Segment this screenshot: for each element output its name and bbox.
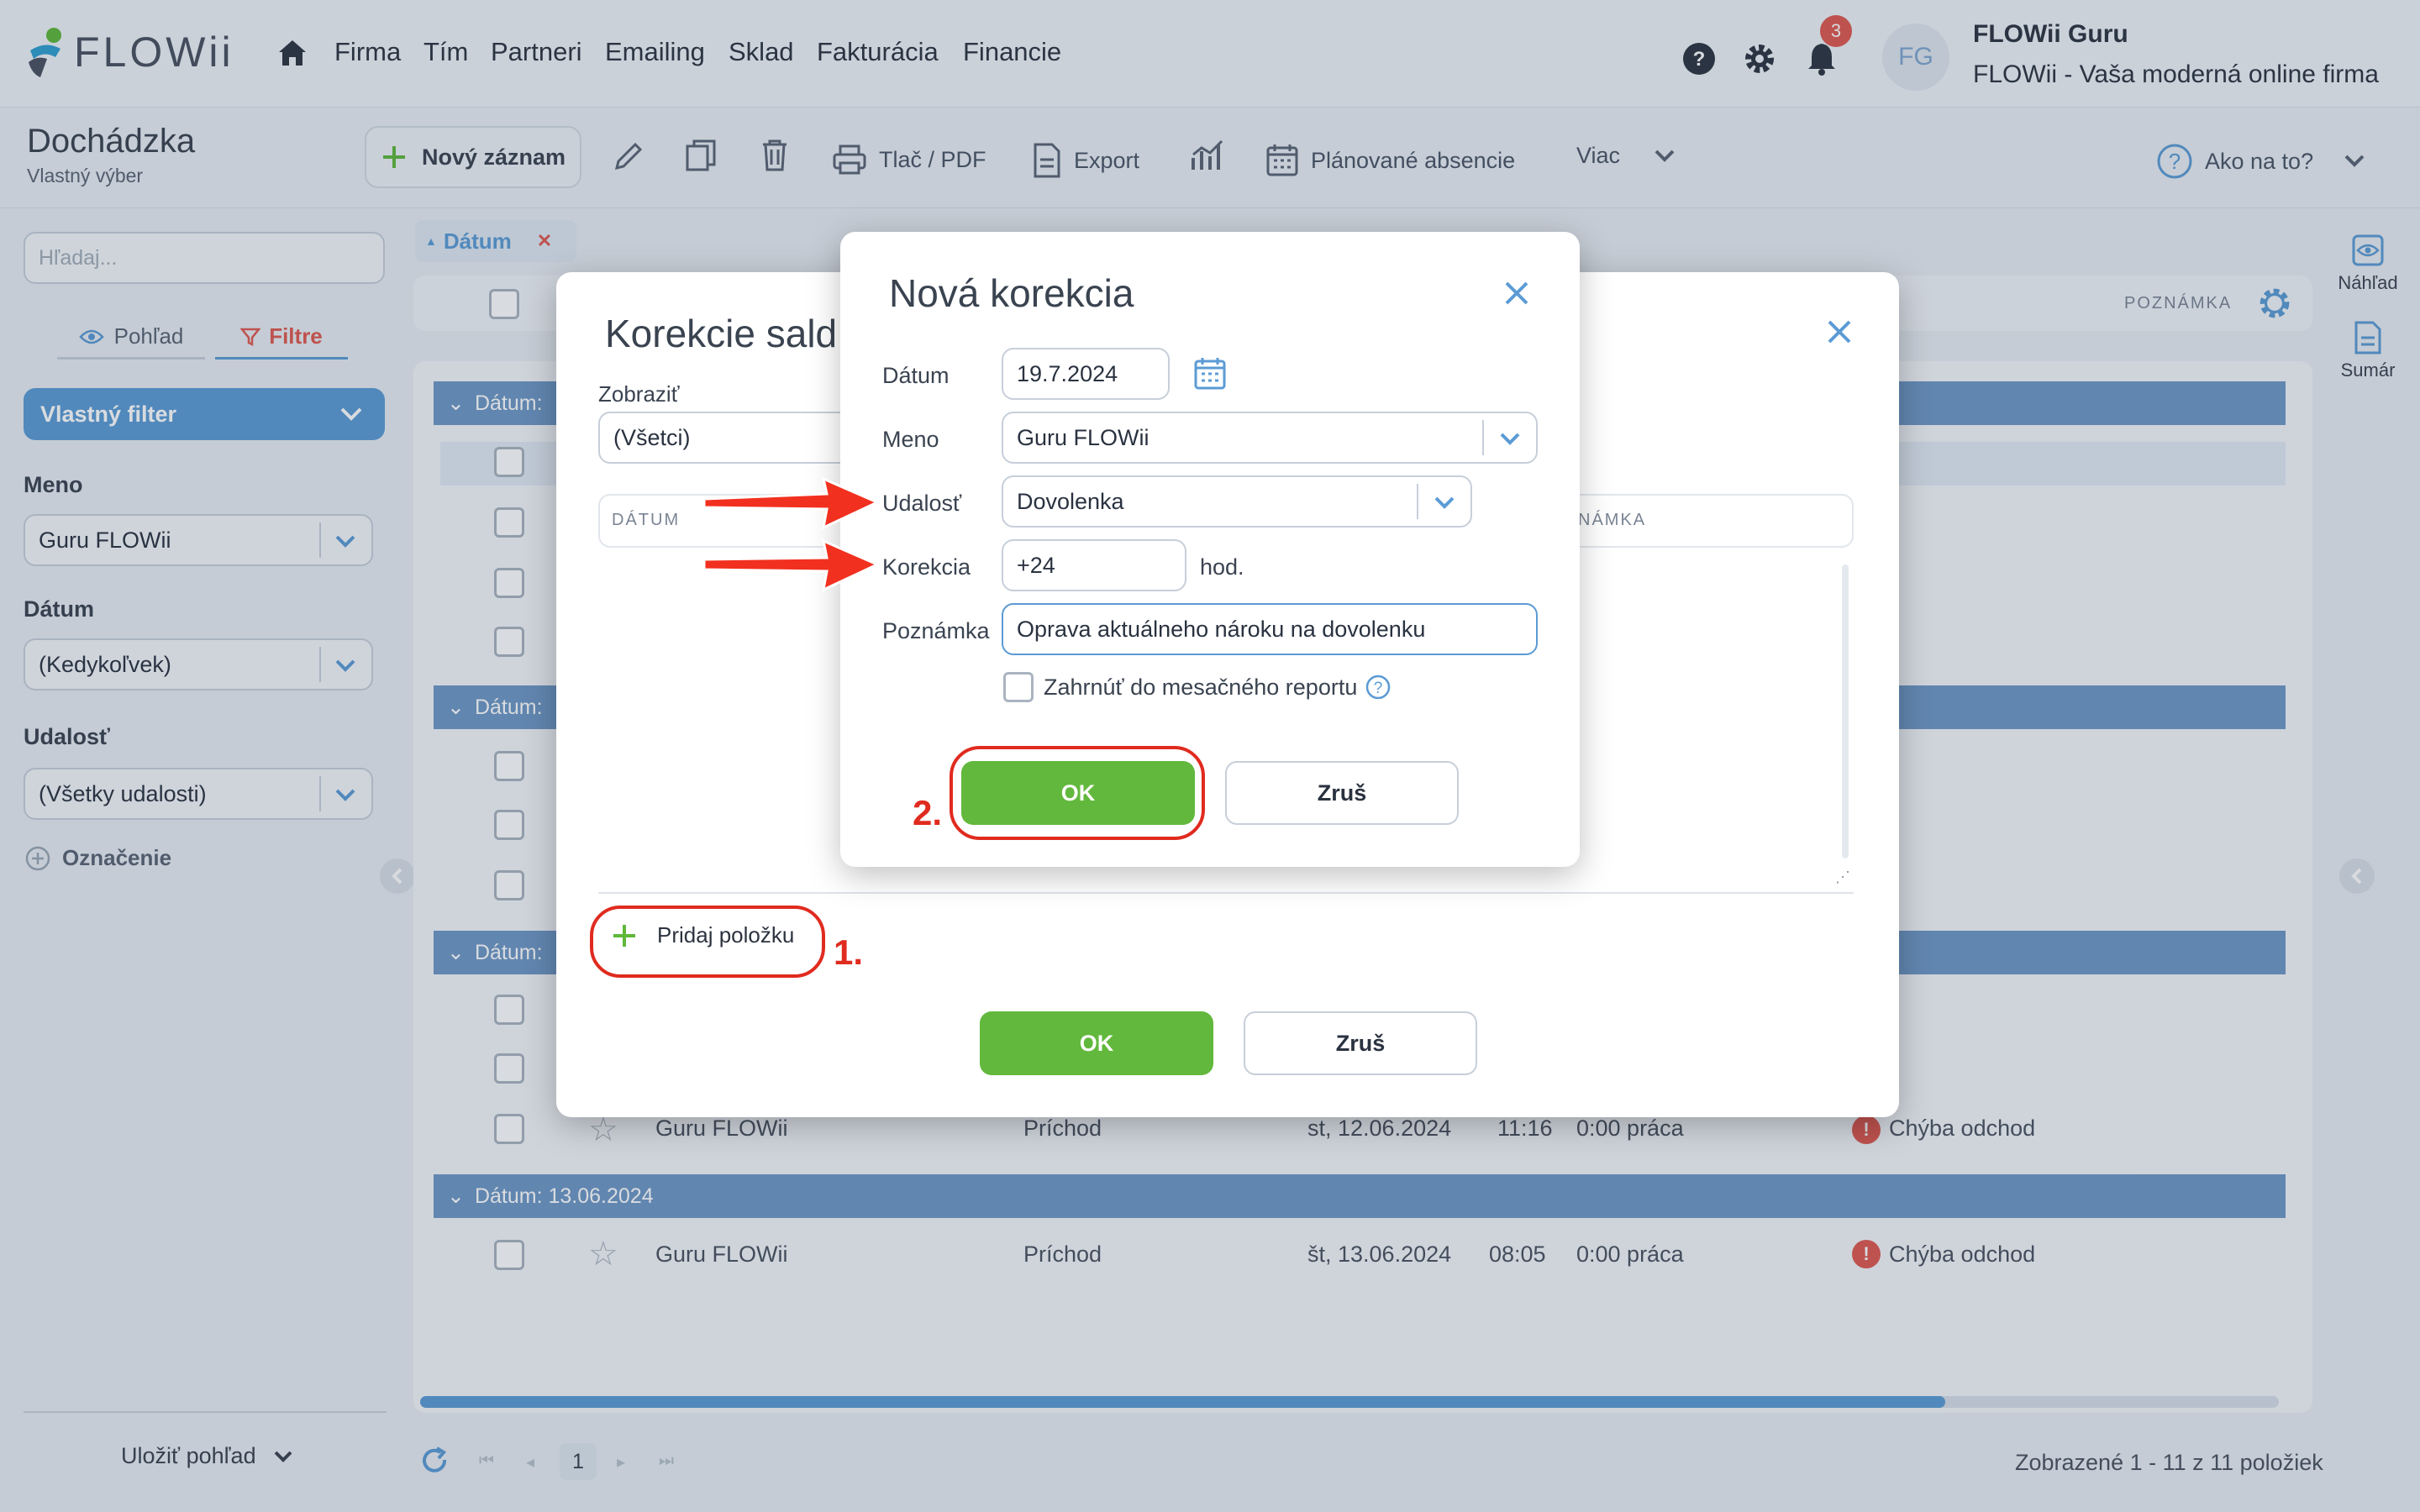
highlight-add-item bbox=[590, 906, 825, 978]
include-report-checkbox[interactable]: Zahrnúť do mesačného reportu ? bbox=[1003, 672, 1391, 702]
table-bottom-divider bbox=[598, 892, 1854, 894]
ok-label: OK bbox=[1079, 1030, 1114, 1056]
date-label: Dátum bbox=[882, 363, 950, 388]
cancel-button[interactable]: Zruš bbox=[1244, 1011, 1477, 1075]
correction-value: +24 bbox=[1017, 552, 1055, 578]
show-value: (Všetci) bbox=[613, 424, 691, 450]
cancel-label: Zruš bbox=[1335, 1030, 1386, 1056]
show-label: Zobraziť bbox=[598, 381, 680, 407]
ok-button[interactable]: OK bbox=[980, 1011, 1213, 1075]
name-value: Guru FLOWii bbox=[1017, 424, 1150, 450]
event-select[interactable]: Dovolenka bbox=[1002, 475, 1472, 528]
chevron-down-icon bbox=[1500, 433, 1520, 445]
table-scrollbar[interactable] bbox=[1842, 564, 1849, 858]
highlight-ok-button bbox=[950, 746, 1205, 840]
cancel-label: Zruš bbox=[1317, 780, 1367, 806]
arrow-to-correction-icon bbox=[702, 538, 881, 592]
arrow-to-event-icon bbox=[702, 476, 881, 530]
svg-text:?: ? bbox=[1374, 680, 1383, 697]
show-select[interactable]: (Všetci) bbox=[598, 412, 850, 464]
name-select[interactable]: Guru FLOWii bbox=[1002, 412, 1538, 464]
correction-unit: hod. bbox=[1200, 554, 1244, 580]
close-icon[interactable] bbox=[1502, 279, 1531, 307]
name-label: Meno bbox=[882, 427, 939, 452]
close-icon[interactable] bbox=[1825, 318, 1854, 346]
dialog-title: Nová korekcia bbox=[889, 271, 1134, 315]
note-label: Poznámka bbox=[882, 618, 990, 643]
date-input[interactable]: 19.7.2024 bbox=[1002, 348, 1170, 400]
step-2-label: 2. bbox=[913, 793, 943, 832]
event-label: Udalosť bbox=[882, 491, 962, 516]
checkbox-box[interactable] bbox=[1003, 672, 1034, 702]
resize-handle-icon[interactable]: ⋰ bbox=[1835, 869, 1850, 886]
step-1-label: 1. bbox=[834, 932, 864, 972]
correction-input[interactable]: +24 bbox=[1002, 539, 1186, 591]
correction-label: Korekcia bbox=[882, 554, 971, 580]
column-header-date[interactable]: DÁTUM bbox=[612, 511, 680, 530]
chevron-down-icon bbox=[1434, 496, 1455, 509]
dialog-title: Korekcie sald bbox=[605, 312, 838, 355]
note-input[interactable]: Oprava aktuálneho nároku na dovolenku bbox=[1002, 603, 1538, 655]
column-header-note[interactable]: NÁMKA bbox=[1578, 511, 1646, 530]
cancel-button[interactable]: Zruš bbox=[1225, 761, 1459, 825]
calendar-icon[interactable] bbox=[1193, 356, 1227, 391]
include-report-label: Zahrnúť do mesačného reportu bbox=[1044, 674, 1358, 700]
date-value: 19.7.2024 bbox=[1017, 360, 1118, 386]
note-value: Oprava aktuálneho nároku na dovolenku bbox=[1017, 616, 1426, 642]
help-circle-icon[interactable]: ? bbox=[1365, 675, 1391, 700]
event-value: Dovolenka bbox=[1017, 488, 1124, 514]
